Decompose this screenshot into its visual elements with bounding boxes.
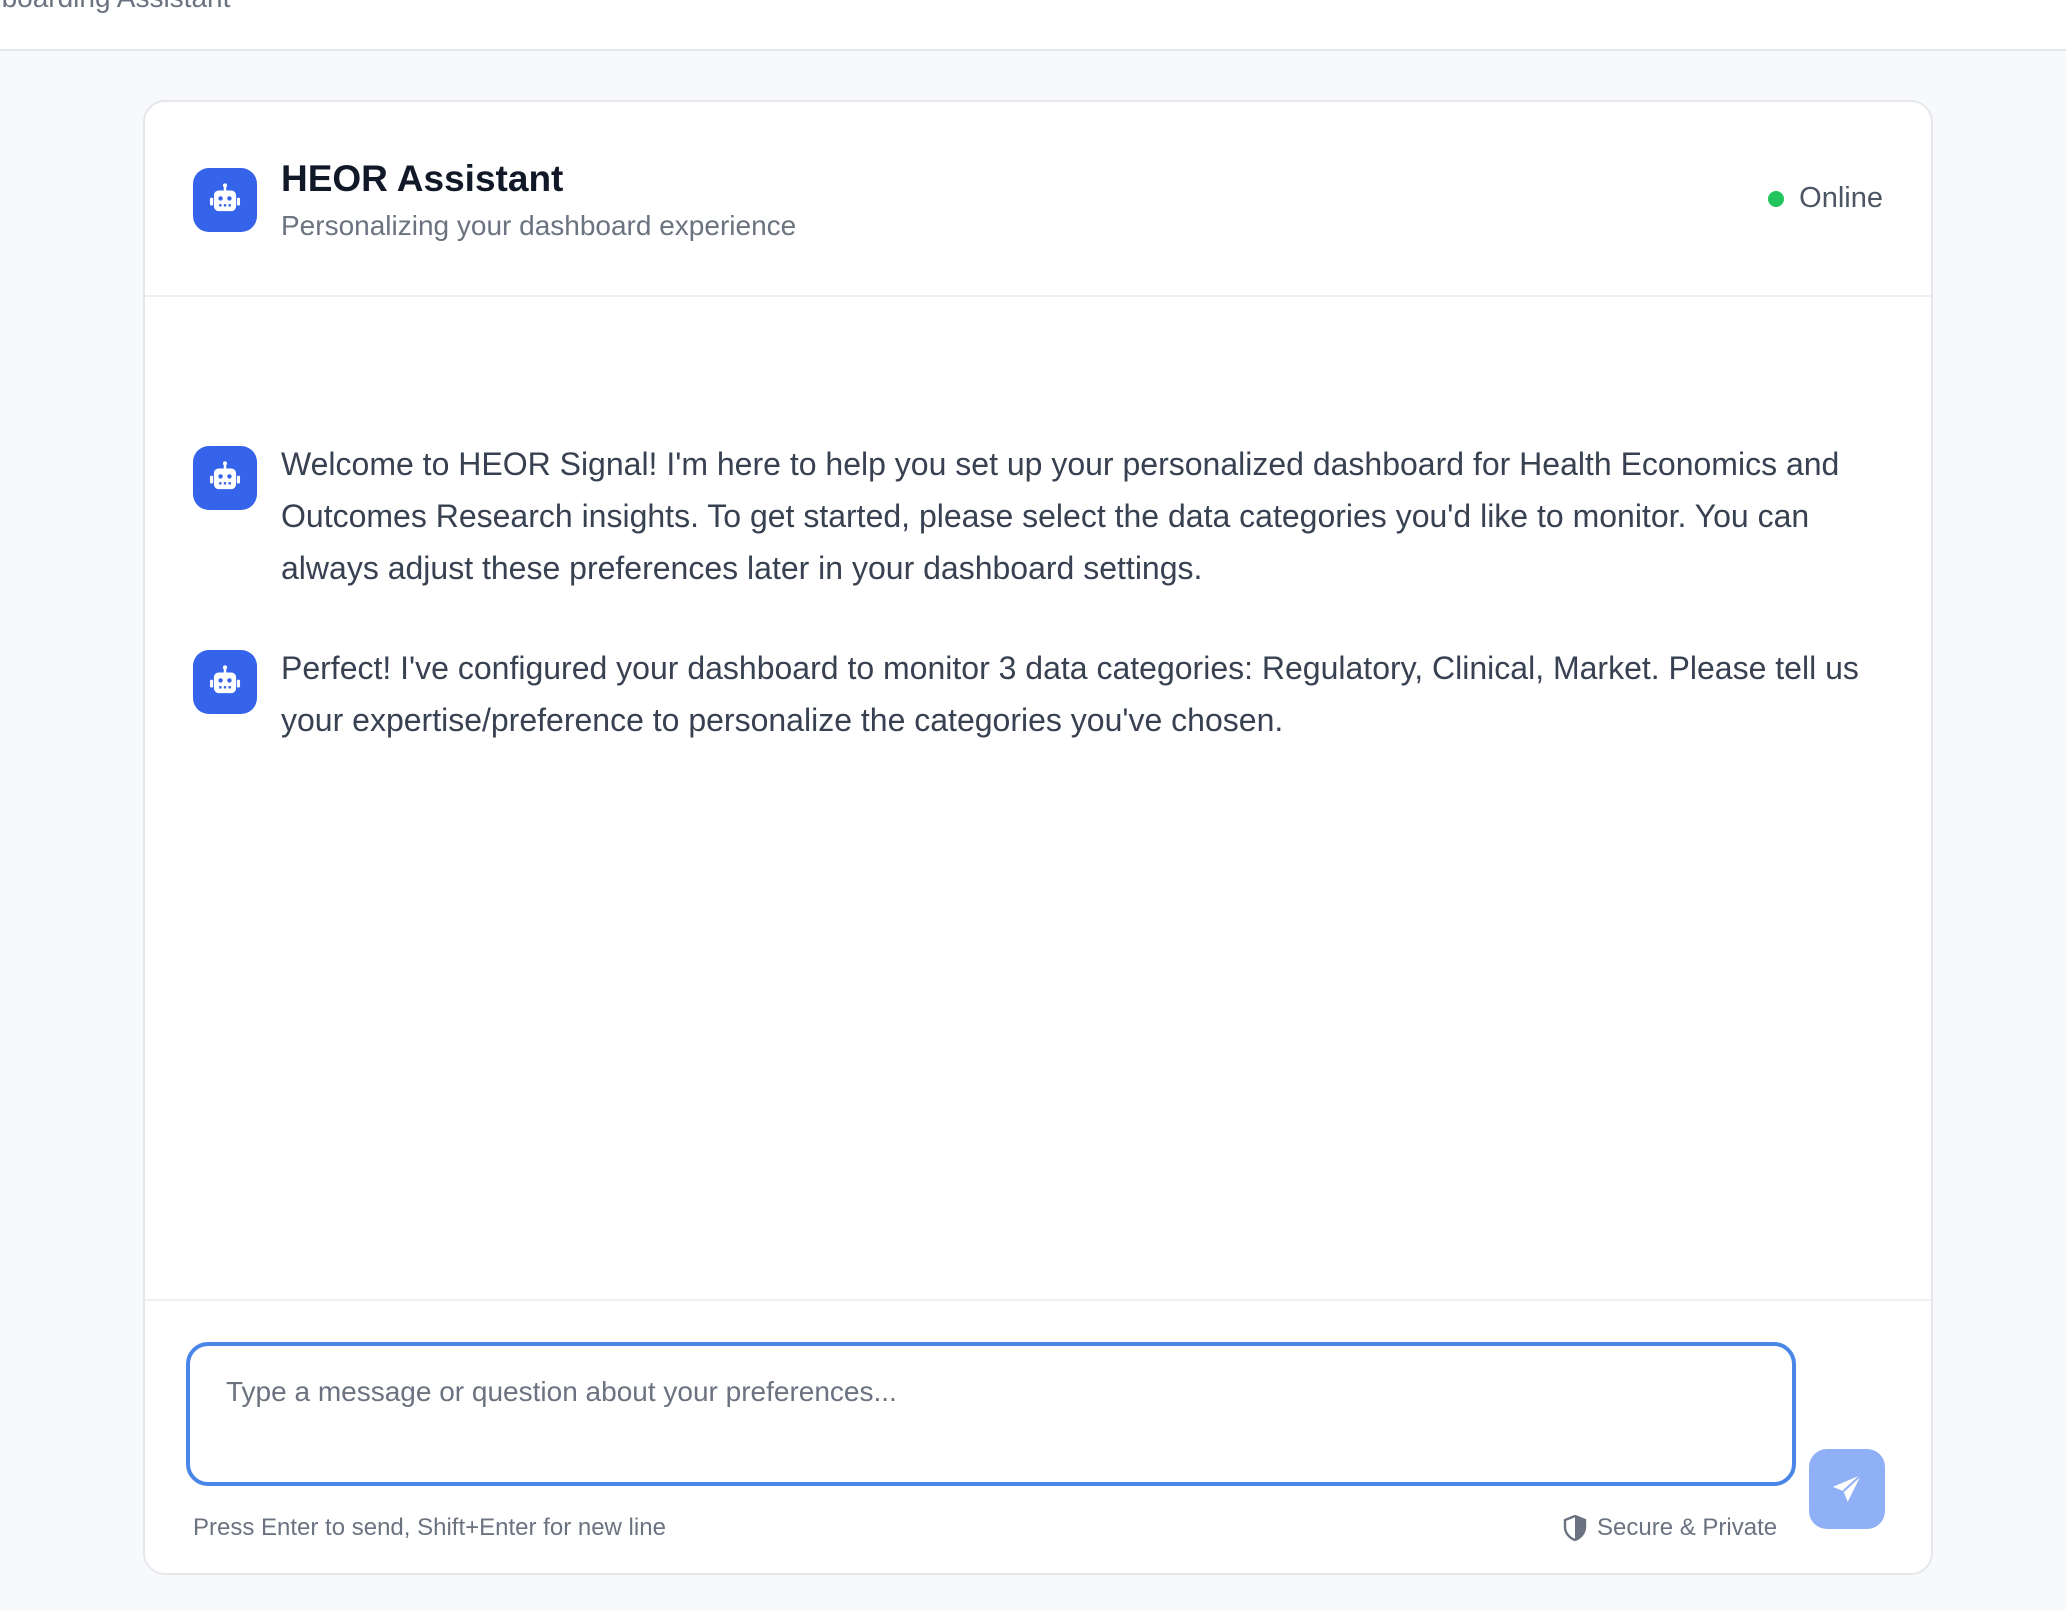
message-avatar xyxy=(193,650,257,714)
secure-label: Secure & Private xyxy=(1597,1514,1778,1541)
status-text: Online xyxy=(1799,182,1883,214)
assistant-name: HEOR Assistant xyxy=(281,158,564,199)
shield-icon xyxy=(1563,1515,1587,1541)
page-title: nboarding Assistant xyxy=(0,0,230,14)
message-list[interactable]: Welcome to HEOR Signal! I'm here to help… xyxy=(145,299,1931,1399)
top-bar: nboarding Assistant xyxy=(0,0,2066,51)
send-button[interactable] xyxy=(1809,1449,1885,1529)
send-icon xyxy=(1832,1474,1862,1502)
message-composer: Press Enter to send, Shift+Enter for new… xyxy=(145,1299,1931,1573)
input-hint: Press Enter to send, Shift+Enter for new… xyxy=(193,1514,666,1541)
message-avatar xyxy=(193,446,257,510)
message-text: Perfect! I've configured your dashboard … xyxy=(281,650,1859,738)
robot-icon xyxy=(209,183,241,212)
robot-icon xyxy=(209,461,241,490)
message-text: Welcome to HEOR Signal! I'm here to help… xyxy=(281,446,1840,586)
message-input-box[interactable] xyxy=(186,1342,1796,1486)
status-indicator: Online xyxy=(1768,182,1883,215)
assistant-avatar xyxy=(193,168,257,232)
secure-indicator: Secure & Private xyxy=(1563,1514,1777,1542)
chat-panel: HEOR Assistant Personalizing your dashbo… xyxy=(143,100,1933,1575)
message-input[interactable] xyxy=(226,1376,1756,1452)
chat-header: HEOR Assistant Personalizing your dashbo… xyxy=(145,102,1931,297)
online-dot-icon xyxy=(1768,190,1785,207)
assistant-subtitle: Personalizing your dashboard experience xyxy=(281,210,797,241)
robot-icon xyxy=(209,665,241,694)
